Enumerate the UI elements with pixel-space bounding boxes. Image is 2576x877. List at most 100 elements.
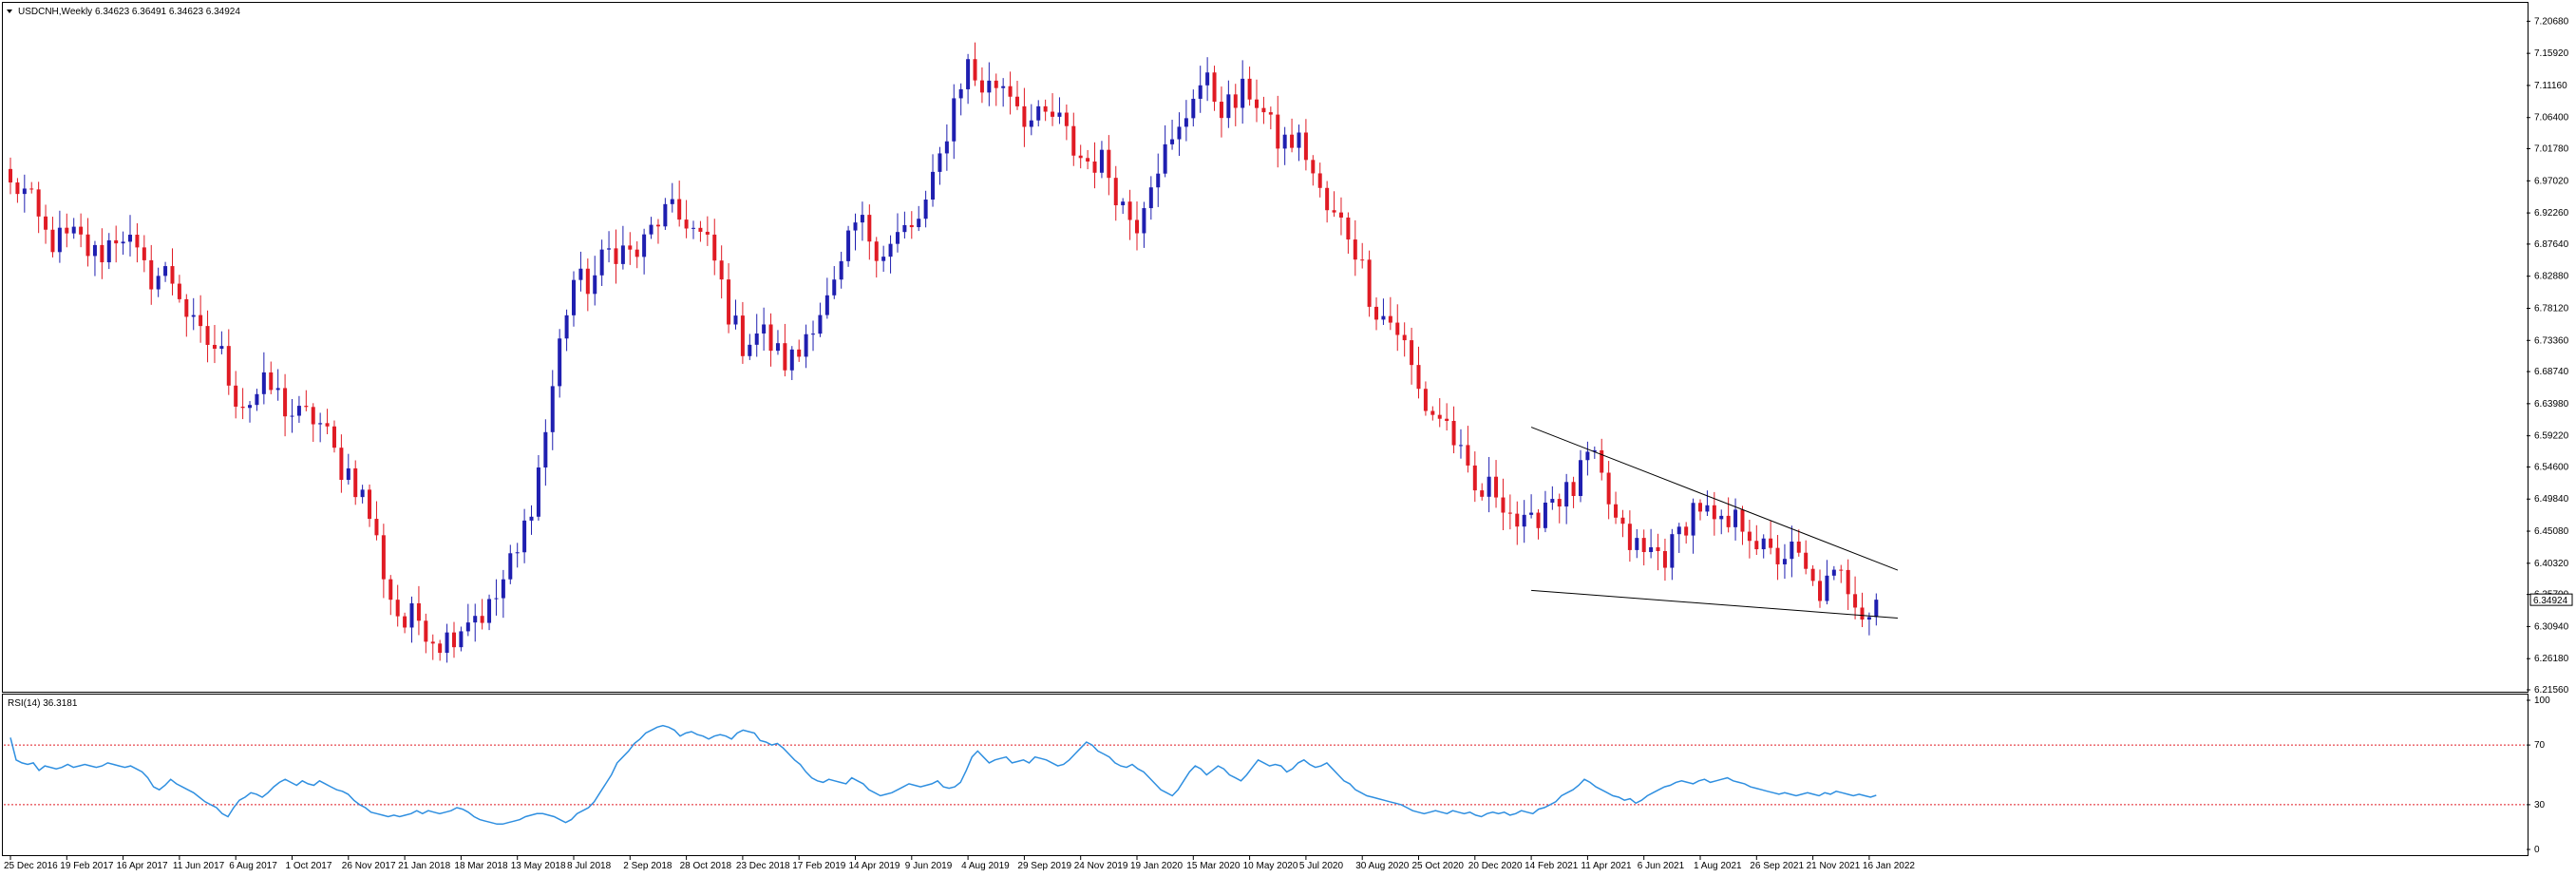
candle-body-bearish [783,343,787,371]
candle-body-bullish [261,372,266,394]
candle-body-bullish [966,59,971,89]
candle-body-bullish [572,279,576,315]
time-tick-label: 9 Jun 2019 [905,861,953,871]
candle-body-bearish [451,632,456,648]
candle-body-bearish [585,268,590,295]
candle-body-bearish [283,388,288,417]
rsi-level-lines [4,744,2527,806]
candle-body-bullish [1163,143,1167,174]
candle-body-bullish [1142,208,1146,234]
candle-body-bearish [1853,594,1858,608]
candle-body-bearish [1022,105,1027,127]
candle-body-bullish [1191,98,1196,119]
candle-body-bullish [1297,132,1301,148]
candle-body-bearish [635,249,639,257]
price-tick-label: 7.01780 [2534,144,2569,155]
candle-body-bearish [1614,504,1619,518]
candle-body-bearish [1233,94,1238,108]
trendline-lower [1531,589,1898,619]
time-tick-label: 6 Jun 2021 [1638,861,1685,871]
candle-body-bullish [1705,505,1710,512]
candle-body-bullish [529,516,534,521]
candle-body-bullish [71,226,76,234]
candle-body-bearish [1804,552,1809,569]
candle-body-bullish [1825,575,1829,601]
candle-body-bullish [121,241,125,244]
price-tick-label: 6.82880 [2534,272,2569,282]
price-tick-label: 6.59220 [2534,431,2569,442]
candle-body-bearish [184,298,189,317]
candle-body-bullish [1578,460,1582,497]
candle-body-bearish [979,80,984,93]
candle-body-bullish [663,203,668,227]
candle-body-bearish [1839,569,1844,571]
time-tick-label: 23 Dec 2018 [736,861,790,871]
current-price-label: 6.34924 [2533,596,2568,606]
candle-body-bearish [1860,607,1865,620]
candle-body-bearish [311,407,315,425]
price-tick-label: 6.40320 [2534,559,2569,569]
rsi-label: RSI(14) 36.3181 [8,698,78,709]
time-tick-label: 16 Jan 2022 [1863,861,1915,871]
rsi-tick-label: 30 [2534,800,2546,810]
candle-body-bullish [1866,617,1871,620]
candle-body-bullish [1121,201,1126,206]
candle-body-bullish [1691,503,1695,536]
candle-body-bearish [1445,418,1449,421]
candle-body-bearish [1008,86,1013,97]
candle-body-bearish [1480,490,1485,497]
candle-body-bullish [248,405,253,409]
symbol-menu-arrow-icon[interactable] [7,10,12,13]
candle-body-bullish [853,222,858,231]
candlestick-series [9,42,1879,663]
candle-body-bearish [1810,568,1815,581]
candle-body-bullish [1205,72,1210,86]
candle-body-bullish [1001,86,1006,88]
candle-body-bearish [1451,420,1456,446]
candle-body-bearish [1317,173,1322,188]
price-pane-border [2,2,2529,693]
candle-body-bullish [1029,120,1033,127]
candle-body-bearish [1071,125,1076,156]
candle-body-bearish [719,260,724,280]
candle-body-bearish [1113,178,1118,206]
candle-body-bearish [1769,538,1773,548]
candle-body-bearish [1402,334,1407,341]
candle-body-bullish [543,431,548,468]
candle-body-bearish [1255,99,1260,108]
candle-body-bullish [593,275,597,295]
rsi-tick-label: 70 [2534,740,2546,751]
candle-body-bullish [1487,476,1491,497]
candle-body-bearish [1360,259,1365,261]
candle-body-bullish [494,598,499,600]
candle-body-bullish [1522,514,1526,527]
candle-body-bullish [459,631,464,648]
candle-body-bullish [1761,538,1766,550]
price-tick-label: 6.87640 [2534,239,2569,250]
time-tick-label: 21 Jan 2018 [398,861,450,871]
candle-body-bearish [1515,513,1520,527]
candle-body-bearish [1620,517,1625,524]
price-tick-label: 7.11160 [2534,81,2567,91]
candle-body-bullish [1719,515,1724,520]
candle-body-bearish [1656,546,1660,551]
candle-body-bearish [614,248,618,264]
candle-body-bearish [1501,497,1506,513]
candle-body-bullish [1226,94,1231,119]
price-tick-label: 6.68740 [2534,367,2569,377]
candle-body-bearish [1775,547,1780,564]
candle-body-bearish [1507,512,1512,514]
candle-body-bearish [1261,107,1266,113]
candle-body-bearish [740,315,745,356]
candle-body-bearish [1754,541,1759,550]
candle-body-bullish [1241,78,1245,108]
candle-body-bearish [1247,78,1252,100]
candle-body-bearish [1410,340,1414,366]
candle-body-bullish [219,346,224,350]
candle-body-bullish [1790,541,1794,560]
candle-body-bullish [1874,600,1879,618]
candle-body-bearish [1747,531,1752,542]
price-tick-label: 6.63980 [2534,399,2569,410]
candle-body-bullish [1564,482,1569,507]
candle-body-bearish [269,372,274,391]
